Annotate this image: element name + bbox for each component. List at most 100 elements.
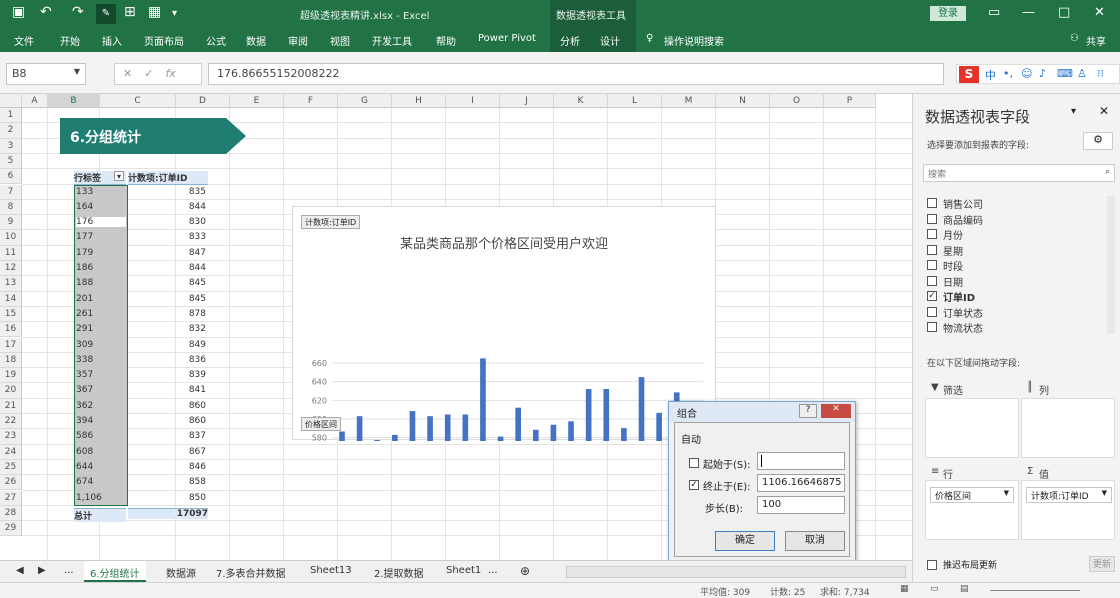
row-header[interactable]: 24 (0, 444, 22, 460)
pivot-row-label[interactable]: 1,106 (76, 493, 102, 503)
sheet-tab-sheet13[interactable]: Sheet13 (304, 561, 358, 582)
pivot-row-label[interactable]: 201 (76, 294, 93, 304)
row-header[interactable]: 17 (0, 337, 22, 353)
cancel-icon[interactable]: ✕ (123, 67, 144, 80)
save-icon[interactable]: ▣ (12, 4, 25, 20)
worksheet-grid[interactable]: ABCDEFGHIJKLMNOP 1 2 3 5 6 7 8 9 10 11 12 13 14 15 16 1… (0, 94, 912, 560)
field-item[interactable]: 商品编码 (943, 212, 983, 227)
update-button[interactable]: 更新 (1089, 556, 1115, 572)
chevron-down-icon[interactable]: ▼ (1004, 489, 1009, 497)
pivot-row-label[interactable]: 186 (76, 263, 93, 273)
pivot-value-cell[interactable]: 849 (150, 340, 206, 350)
field-checkbox[interactable] (927, 244, 937, 255)
tab-insert[interactable]: 插入 (102, 33, 122, 48)
chart-bar[interactable] (515, 407, 521, 441)
field-item[interactable]: 物流状态 (943, 320, 983, 335)
pivot-value-cell[interactable]: 832 (150, 324, 206, 334)
pane-close-icon[interactable]: ✕ (1099, 104, 1109, 118)
pivot-row-label[interactable]: 261 (76, 309, 93, 319)
pivot-row-label[interactable]: 367 (76, 385, 93, 395)
tab-help[interactable]: 帮助 (436, 33, 456, 48)
row-header[interactable]: 7 (0, 184, 22, 200)
pivot-row-label[interactable]: 338 (76, 355, 93, 365)
column-header[interactable]: N (716, 94, 770, 108)
chart-bar[interactable] (427, 416, 433, 441)
chart-bar[interactable] (356, 416, 363, 441)
row-header[interactable]: 1 (0, 108, 22, 124)
row-header[interactable]: 27 (0, 490, 22, 506)
row-header[interactable]: 16 (0, 322, 22, 338)
pivot-value-cell[interactable]: 858 (150, 477, 206, 487)
row-header[interactable]: 14 (0, 291, 22, 307)
tab-analyze[interactable]: 分析 (560, 33, 580, 48)
row-header[interactable]: 29 (0, 521, 22, 537)
pivot-row-label[interactable]: 357 (76, 370, 93, 380)
field-item[interactable]: 订单状态 (943, 305, 983, 320)
column-header[interactable]: K (554, 94, 608, 108)
row-header[interactable]: 9 (0, 215, 22, 231)
chart-bar[interactable] (374, 440, 381, 441)
pivot-row-label[interactable]: 394 (76, 416, 93, 426)
column-header[interactable]: B (48, 94, 100, 108)
sheet-tab-group-stats[interactable]: 6.分组统计 (84, 561, 146, 582)
values-zone[interactable]: 计数项:订单ID ▼ (1021, 480, 1115, 540)
sheet-tab-more-left[interactable]: ... (58, 561, 80, 582)
field-checkbox[interactable] (927, 198, 937, 208)
field-checkbox[interactable] (927, 275, 937, 286)
field-search-input[interactable]: 搜索 ⌕ (923, 164, 1115, 182)
chart-bar[interactable] (656, 412, 662, 441)
row-header[interactable]: 8 (0, 199, 22, 216)
defer-update-checkbox[interactable] (927, 560, 937, 570)
row-header[interactable]: 10 (0, 230, 22, 246)
sheet-tab-more-right[interactable]: ... (482, 561, 504, 582)
field-item[interactable]: 时段 (943, 258, 963, 273)
chart-bar[interactable] (585, 389, 592, 441)
field-checkbox[interactable] (927, 322, 937, 332)
pivot-value-cell[interactable]: 839 (150, 370, 206, 380)
row-header[interactable]: 13 (0, 276, 22, 292)
normal-view-icon[interactable]: ▦ (900, 584, 909, 594)
pivot-row-label[interactable]: 179 (76, 248, 93, 258)
column-header[interactable]: E (230, 94, 284, 108)
row-header[interactable]: 18 (0, 352, 22, 369)
pivot-value-cell[interactable]: 860 (150, 401, 206, 411)
pane-options-icon[interactable]: ▾ (1071, 106, 1076, 117)
tab-design[interactable]: 设计 (600, 33, 620, 48)
chart-bar[interactable] (480, 358, 486, 441)
tell-me-search[interactable]: 操作说明搜索 (664, 33, 724, 48)
emoji-icon[interactable]: ☺ (1021, 67, 1032, 80)
column-header[interactable]: O (770, 94, 824, 108)
mic-icon[interactable]: ♪ (1039, 67, 1046, 80)
pivot-value-cell[interactable]: 847 (150, 248, 206, 258)
sheet-tab-extract[interactable]: 2.提取数据 (368, 561, 430, 582)
redo-icon[interactable]: ↷ (72, 4, 84, 20)
column-header[interactable]: L (608, 94, 662, 108)
pivot-value-cell[interactable]: 841 (150, 385, 206, 395)
chart-bar[interactable] (550, 424, 557, 441)
pivot-row-label[interactable]: 188 (76, 278, 93, 288)
field-checkbox[interactable] (927, 260, 937, 270)
pivot-row-label[interactable]: 608 (76, 447, 93, 457)
select-all-corner[interactable] (0, 94, 22, 108)
start-input[interactable] (757, 452, 845, 470)
row-header[interactable]: 20 (0, 383, 22, 399)
pivot-value-cell[interactable]: 837 (150, 431, 206, 441)
field-item[interactable]: 星期 (943, 243, 963, 258)
pivot-row-label[interactable]: 176 (76, 217, 126, 228)
pivot-value-cell[interactable]: 836 (150, 355, 206, 365)
maximize-icon[interactable]: □ (1058, 5, 1070, 20)
step-input[interactable]: 100 (757, 496, 845, 514)
field-item[interactable]: 日期 (943, 274, 963, 289)
formula-input[interactable]: 176.86655152008222 (208, 63, 944, 85)
field-checkbox[interactable] (927, 306, 937, 317)
column-header[interactable]: J (500, 94, 554, 108)
filter-dropdown-icon[interactable]: ▾ (114, 171, 124, 182)
sheet-tab-sheet1[interactable]: Sheet1 (440, 561, 487, 582)
column-header[interactable]: G (338, 94, 392, 108)
ok-button[interactable]: 确定 (715, 531, 775, 551)
chart-bar[interactable] (444, 414, 451, 442)
value-field-pill[interactable]: 计数项:订单ID ▼ (1026, 487, 1112, 503)
chart-bar[interactable] (497, 436, 504, 441)
tab-file[interactable]: 文件 (14, 33, 34, 48)
pivot-value-cell[interactable]: 845 (150, 278, 206, 288)
